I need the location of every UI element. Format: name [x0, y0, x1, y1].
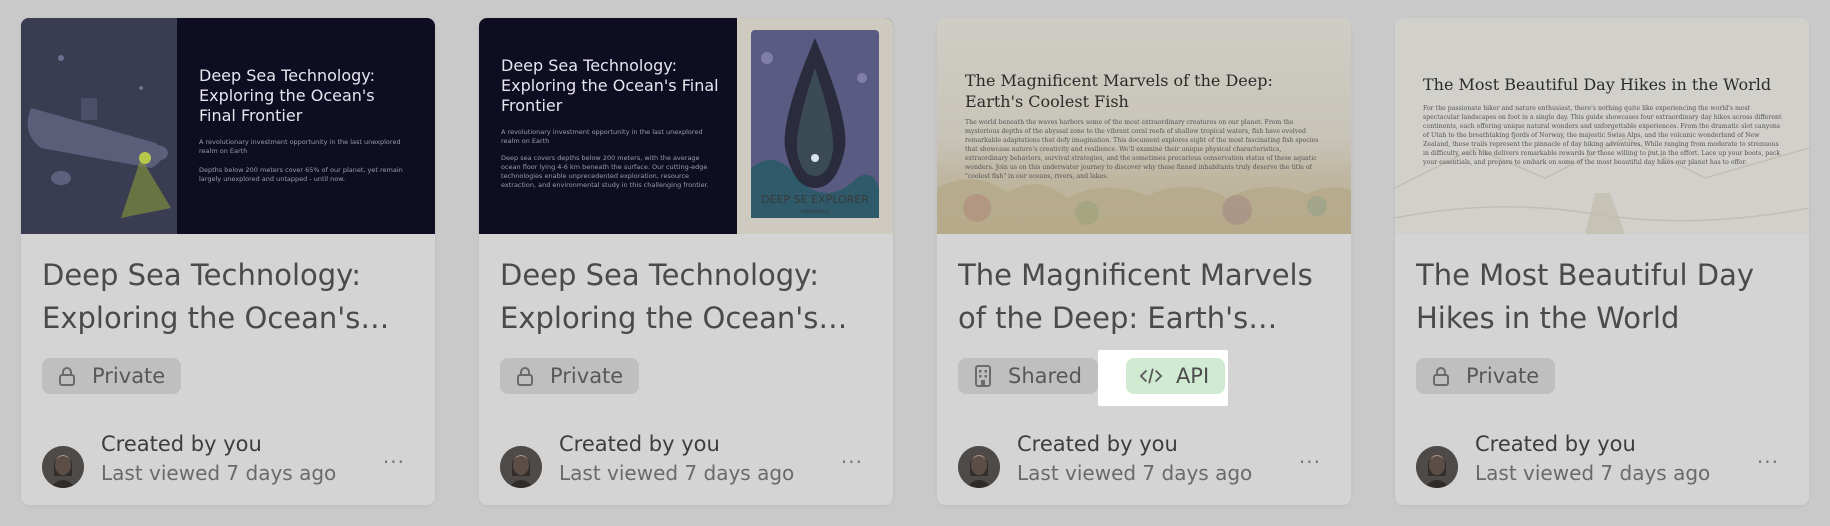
thumbnail-title: Deep Sea Technology: Exploring the Ocean…	[199, 66, 375, 125]
creator-label: Created by you	[559, 432, 720, 456]
thumbnail-title: The Magnificent Marvels of the Deep: Ear…	[965, 71, 1273, 111]
creator-label: Created by you	[1017, 432, 1178, 456]
thumbnail-subtitle: A revolutionary investment opportunity i…	[501, 128, 703, 145]
avatar	[42, 446, 84, 488]
badge-row: Private	[1416, 358, 1556, 394]
privacy-badge: Private	[42, 358, 182, 394]
card-title[interactable]: Deep Sea Technology: Exploring the Ocean…	[42, 254, 420, 340]
card-footer: Created by you Last viewed 7 days ago	[958, 430, 1252, 488]
card-footer: Created by you Last viewed 7 days ago	[1416, 430, 1710, 488]
card-title[interactable]: The Most Beautiful Day Hikes in the Worl…	[1416, 254, 1794, 340]
poster-subtitle: SUBMERSIBLE	[801, 209, 830, 214]
creator-label: Created by you	[1475, 432, 1636, 456]
avatar	[958, 446, 1000, 488]
card-footer: Created by you Last viewed 7 days ago	[42, 430, 336, 488]
badge-label: Shared	[1008, 364, 1082, 388]
submersible-poster-illustration: DEEP SE EXPLORER SUBMERSIBLE	[737, 18, 893, 234]
badge-row: Shared API	[958, 358, 1226, 394]
badge-row: Private	[42, 358, 182, 394]
thumbnail-title: Deep Sea Technology: Exploring the Ocean…	[501, 56, 719, 115]
last-viewed-label: Last viewed 7 days ago	[101, 461, 337, 485]
more-options-icon[interactable]: ···	[1299, 450, 1321, 474]
card-title[interactable]: The Magnificent Marvels of the Deep: Ear…	[958, 254, 1336, 340]
last-viewed-label: Last viewed 7 days ago	[559, 461, 795, 485]
submarine-illustration	[21, 18, 177, 234]
badge-label: Private	[92, 364, 166, 388]
thumbnail-body: For the passionate hiker and nature enth…	[1423, 105, 1782, 166]
card-thumbnail[interactable]: The Most Beautiful Day Hikes in the Worl…	[1395, 18, 1809, 234]
shared-badge: Shared	[958, 358, 1098, 394]
thumbnail-title: The Most Beautiful Day Hikes in the Worl…	[1423, 75, 1772, 94]
api-badge[interactable]: API	[1125, 358, 1226, 394]
more-options-icon[interactable]: ···	[383, 450, 405, 474]
thumbnail-body: Depths below 200 meters cover 65% of our…	[199, 166, 403, 183]
privacy-badge: Private	[1416, 358, 1556, 394]
card-title[interactable]: Deep Sea Technology: Exploring the Ocean…	[500, 254, 878, 340]
presentation-card[interactable]: Deep Sea Technology: Exploring the Ocean…	[479, 18, 893, 505]
lock-icon	[56, 365, 78, 387]
last-viewed-label: Last viewed 7 days ago	[1475, 461, 1711, 485]
lock-icon	[1430, 365, 1452, 387]
badge-row: Private	[500, 358, 640, 394]
privacy-badge: Private	[500, 358, 640, 394]
avatar	[1416, 446, 1458, 488]
presentation-card[interactable]: The Magnificent Marvels of the Deep: Ear…	[937, 18, 1351, 505]
poster-title: DEEP SE EXPLORER	[761, 193, 869, 206]
code-icon	[1139, 365, 1162, 387]
creator-label: Created by you	[101, 432, 262, 456]
thumbnail-subtitle: A revolutionary investment opportunity i…	[199, 138, 401, 155]
lock-icon	[514, 365, 536, 387]
badge-label: API	[1175, 364, 1210, 388]
badge-label: Private	[1466, 364, 1540, 388]
avatar	[500, 446, 542, 488]
card-footer: Created by you Last viewed 7 days ago	[500, 430, 794, 488]
last-viewed-label: Last viewed 7 days ago	[1017, 461, 1253, 485]
thumbnail-body: Deep sea covers depths below 200 meters,…	[501, 154, 709, 189]
card-thumbnail[interactable]: Deep Sea Technology: Exploring the Ocean…	[479, 18, 893, 234]
card-thumbnail[interactable]: The Magnificent Marvels of the Deep: Ear…	[937, 18, 1351, 234]
thumbnail-body: The world beneath the waves harbors some…	[965, 119, 1319, 180]
card-thumbnail[interactable]: Deep Sea Technology: Exploring the Ocean…	[21, 18, 435, 234]
more-options-icon[interactable]: ···	[1757, 450, 1779, 474]
building-icon	[972, 365, 994, 387]
badge-label: Private	[550, 364, 624, 388]
presentation-card[interactable]: Deep Sea Technology: Exploring the Ocean…	[21, 18, 435, 505]
presentation-card[interactable]: The Most Beautiful Day Hikes in the Worl…	[1395, 18, 1809, 505]
more-options-icon[interactable]: ···	[841, 450, 863, 474]
